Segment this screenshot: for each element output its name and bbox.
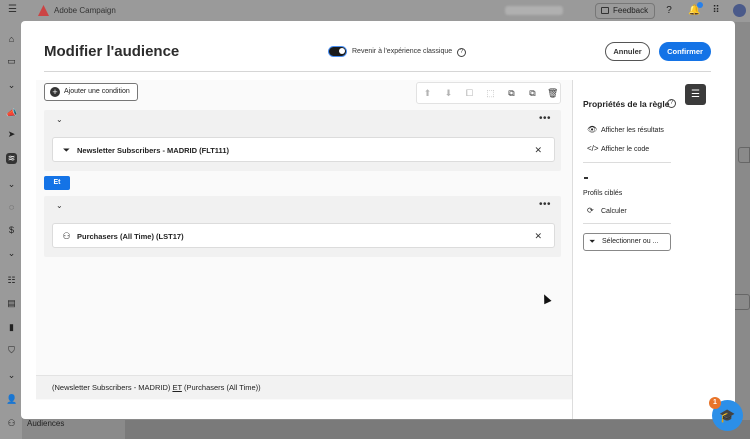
home-icon[interactable]: ⌂ (6, 34, 17, 45)
app-header: ☰ Adobe Campaign Feedback ? 🔔 ⠿ (0, 0, 750, 22)
add-icon: + (50, 87, 60, 97)
classic-experience-toggle[interactable] (328, 46, 347, 57)
delete-icon[interactable]: 🗑 (547, 88, 558, 99)
feedback-button[interactable]: Feedback (595, 3, 656, 19)
notification-badge (697, 2, 703, 8)
expression-part: (Purchasers (All Time)) (181, 383, 261, 392)
send-icon[interactable]: ➤ (6, 129, 17, 140)
divider (583, 162, 671, 163)
user-icon[interactable]: 👤 (6, 394, 17, 405)
code-icon: </> (587, 144, 599, 153)
select-or-button[interactable]: ⏷ Sélectionner ou ... (583, 233, 671, 251)
collapse-chevron-icon[interactable]: ⌄ (6, 370, 17, 381)
show-code-link[interactable]: </> Afficher le code (587, 144, 649, 153)
collapse-chevron-icon[interactable]: ⌄ (6, 80, 17, 91)
chat-icon[interactable]: ◌ (6, 202, 17, 213)
move-up-icon[interactable]: ⬆ (422, 88, 433, 99)
learn-badge: 1 (709, 397, 721, 409)
calculate-link[interactable]: ⟳ Calculer (587, 206, 627, 215)
help-icon[interactable]: ? (663, 5, 675, 17)
condition-group: ⌄ ••• ⚇ Purchasers (All Time) (LST17) ✕ (44, 196, 561, 257)
collapse-chevron-icon[interactable]: ⌄ (6, 248, 17, 259)
campaign-icon[interactable]: 📣 (6, 108, 17, 119)
help-icon[interactable]: ? (457, 48, 466, 57)
rule-properties-title: Propriétés de la règle (583, 99, 670, 109)
background-field (738, 147, 750, 163)
list-icon[interactable]: ☷ (6, 275, 17, 286)
audience-icon: ⚇ (62, 231, 71, 241)
chart-icon[interactable]: ▮ (6, 322, 17, 333)
profile-count-value (584, 177, 588, 179)
left-nav: ⌂ ▭ ⌄ 📣 ➤ ≋ ⌄ ◌ $ ⌄ ☷ ▤ ▮ ⛉ ⌄ 👤 ⚇ (0, 22, 22, 439)
apps-grid-icon[interactable]: ⠿ (710, 5, 722, 17)
select-or-label: Sélectionner ou ... (602, 238, 659, 245)
show-code-label: Afficher le code (601, 146, 650, 153)
rule-properties-panel: Propriétés de la règle ? 👁 Afficher les r… (572, 80, 685, 419)
header-divider (44, 71, 711, 72)
more-options-icon[interactable]: ••• (539, 199, 551, 210)
add-condition-label: Ajouter une condition (64, 88, 130, 95)
audiences-icon[interactable]: ⚇ (6, 418, 17, 429)
show-results-link[interactable]: 👁 Afficher les résultats (587, 125, 664, 134)
audiences-nav-icon[interactable]: ≋ (6, 153, 17, 164)
duplicate-icon[interactable]: ⧉ (527, 88, 538, 99)
expression-bar: (Newsletter Subscribers - MADRID) ET (Pu… (36, 375, 572, 399)
confirm-button[interactable]: Confirmer (659, 42, 711, 61)
collapse-chevron-icon[interactable]: ⌄ (6, 179, 17, 190)
filter-icon: ⏷ (62, 145, 71, 155)
explorer-icon[interactable]: ▭ (6, 56, 17, 67)
divider (583, 223, 671, 224)
edit-audience-dialog: Modifier l'audience Revenir à l'expérien… (21, 21, 735, 419)
cancel-button[interactable]: Annuler (605, 42, 650, 61)
offer-icon[interactable]: $ (6, 225, 17, 236)
condition-label: Purchasers (All Time) (LST17) (77, 232, 184, 241)
adobe-logo-icon (38, 5, 49, 16)
condition-card[interactable]: ⚇ Purchasers (All Time) (LST17) ✕ (52, 223, 555, 248)
nav-audiences-label[interactable]: Audiences (27, 419, 64, 428)
operator-badge[interactable]: Et (44, 176, 70, 190)
ungroup-icon[interactable]: ⬚ (485, 88, 496, 99)
eye-icon: 👁 (587, 125, 598, 134)
avatar[interactable] (733, 4, 746, 17)
dialog-title: Modifier l'audience (44, 43, 180, 60)
group-icon[interactable]: ⧠ (464, 88, 475, 99)
refresh-icon: ⟳ (587, 206, 594, 215)
copy-icon[interactable]: ⧉ (506, 88, 517, 99)
app-title: Adobe Campaign (54, 6, 116, 15)
condition-card[interactable]: ⏷ Newsletter Subscribers - MADRID (FLT11… (52, 137, 555, 162)
rule-toolbar: ⬆ ⬇ ⧠ ⬚ ⧉ ⧉ 🗑 (416, 82, 561, 104)
calculate-label: Calculer (601, 208, 627, 215)
condition-label: Newsletter Subscribers - MADRID (FLT111) (77, 146, 229, 155)
help-icon[interactable]: ? (667, 99, 676, 108)
targeted-profiles-label: Profils ciblés (583, 190, 623, 197)
folder-icon[interactable]: ▤ (6, 298, 17, 309)
remove-condition-icon[interactable]: ✕ (534, 145, 542, 156)
move-down-icon[interactable]: ⬇ (443, 88, 454, 99)
background-panel (125, 420, 750, 439)
condition-group: ⌄ ••• ⏷ Newsletter Subscribers - MADRID … (44, 110, 561, 171)
org-switcher[interactable] (505, 6, 563, 15)
collapse-chevron-icon[interactable]: ⌄ (56, 201, 63, 210)
more-options-icon[interactable]: ••• (539, 113, 551, 124)
shield-icon[interactable]: ⛉ (6, 345, 17, 356)
classic-experience-label: Revenir à l'expérience classique (352, 48, 453, 55)
remove-condition-icon[interactable]: ✕ (534, 231, 542, 242)
hamburger-menu-icon[interactable]: ☰ (8, 5, 18, 15)
expression-part: (Newsletter Subscribers - MADRID) (52, 383, 173, 392)
rule-expression: (Newsletter Subscribers - MADRID) ET (Pu… (52, 383, 261, 392)
properties-settings-icon[interactable]: ☰ (685, 84, 706, 105)
show-results-label: Afficher les résultats (601, 127, 664, 134)
expression-operator: ET (172, 383, 182, 392)
feedback-icon (601, 7, 609, 14)
add-condition-button[interactable]: + Ajouter une condition (44, 83, 138, 101)
collapse-chevron-icon[interactable]: ⌄ (56, 115, 63, 124)
filter-icon: ⏷ (589, 237, 596, 246)
feedback-label: Feedback (613, 6, 649, 15)
